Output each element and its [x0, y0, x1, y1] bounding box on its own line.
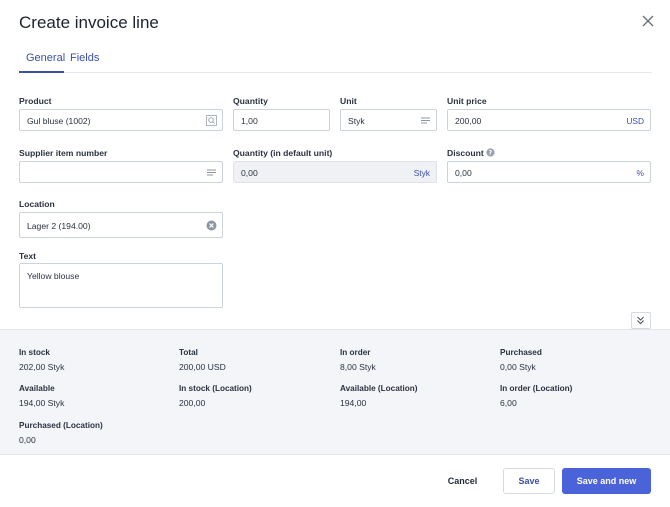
quantity-default-unit-value: 0,00 [241, 168, 258, 178]
summary-label: Available [19, 384, 55, 393]
supplier-item-number-label: Supplier item number [19, 148, 108, 158]
text-area[interactable]: Yellow blouse [19, 263, 223, 308]
product-value: Gul bluse (1002) [27, 116, 91, 126]
summary-label: Total [179, 348, 198, 357]
product-label: Product [19, 96, 52, 106]
product-field[interactable]: Gul bluse (1002) [19, 109, 223, 131]
discount-field[interactable]: 0,00 % [447, 161, 651, 183]
stock-summary-panel: In stock 202,00 Styk Total 200,00 USD In… [0, 329, 670, 455]
discount-label-text: Discount [447, 148, 484, 158]
summary-label: In order (Location) [500, 384, 573, 393]
summary-value: 200,00 [179, 398, 206, 408]
quantity-default-unit-suffix: Styk [413, 168, 430, 178]
currency-suffix: USD [626, 116, 644, 126]
summary-label: Purchased [500, 348, 542, 357]
quantity-field[interactable]: 1,00 [233, 109, 330, 131]
summary-label: In stock (Location) [179, 384, 252, 393]
supplier-item-number-field[interactable] [19, 161, 223, 183]
summary-value: 8,00 Styk [340, 362, 376, 372]
summary-value: 6,00 [500, 398, 517, 408]
summary-label: Available (Location) [340, 384, 418, 393]
quantity-default-unit-label: Quantity (in default unit) [233, 148, 333, 158]
help-icon[interactable]: ? [486, 148, 495, 157]
percent-suffix: % [636, 168, 644, 178]
tab-bar: General Fields [19, 50, 652, 73]
text-label: Text [19, 251, 37, 261]
summary-value: 194,00 [340, 398, 367, 408]
save-button[interactable]: Save [503, 468, 555, 494]
chevron-double-down-icon [637, 316, 645, 325]
svg-text:?: ? [489, 150, 493, 157]
discount-value: 0,00 [455, 168, 472, 178]
location-label: Location [19, 199, 55, 209]
active-tab-indicator [19, 71, 64, 73]
unit-label: Unit [340, 96, 357, 106]
summary-label: In order [340, 348, 371, 357]
summary-label: In stock [19, 348, 50, 357]
location-value: Lager 2 (194.00) [27, 221, 91, 231]
cancel-button[interactable]: Cancel [440, 468, 485, 494]
clear-icon[interactable] [206, 220, 217, 231]
unit-price-label: Unit price [447, 96, 487, 106]
summary-label: Purchased (Location) [19, 421, 103, 430]
quantity-label: Quantity [233, 96, 268, 106]
tab-general[interactable]: General [26, 52, 65, 64]
list-icon[interactable] [206, 167, 217, 178]
location-select[interactable]: Lager 2 (194.00) [19, 212, 223, 238]
summary-value: 0,00 Styk [500, 362, 536, 372]
list-icon[interactable] [420, 115, 431, 126]
unit-value: Styk [348, 116, 365, 126]
expand-summary-button[interactable] [631, 312, 651, 329]
summary-value: 194,00 Styk [19, 398, 65, 408]
summary-value: 0,00 [19, 435, 36, 445]
text-value: Yellow blouse [27, 271, 80, 281]
save-and-new-button[interactable]: Save and new [562, 468, 651, 494]
close-icon[interactable] [640, 13, 656, 29]
dialog-title: Create invoice line [19, 13, 159, 32]
unit-price-field[interactable]: 200,00 USD [447, 109, 651, 131]
discount-label: Discount ? [447, 148, 495, 158]
quantity-value: 1,00 [241, 116, 258, 126]
search-icon[interactable] [206, 115, 217, 126]
quantity-default-unit-field: 0,00 Styk [233, 161, 437, 183]
tab-fields[interactable]: Fields [70, 52, 99, 64]
unit-price-value: 200,00 [455, 116, 482, 126]
summary-value: 200,00 USD [179, 362, 226, 372]
unit-select[interactable]: Styk [340, 109, 437, 131]
summary-value: 202,00 Styk [19, 362, 65, 372]
